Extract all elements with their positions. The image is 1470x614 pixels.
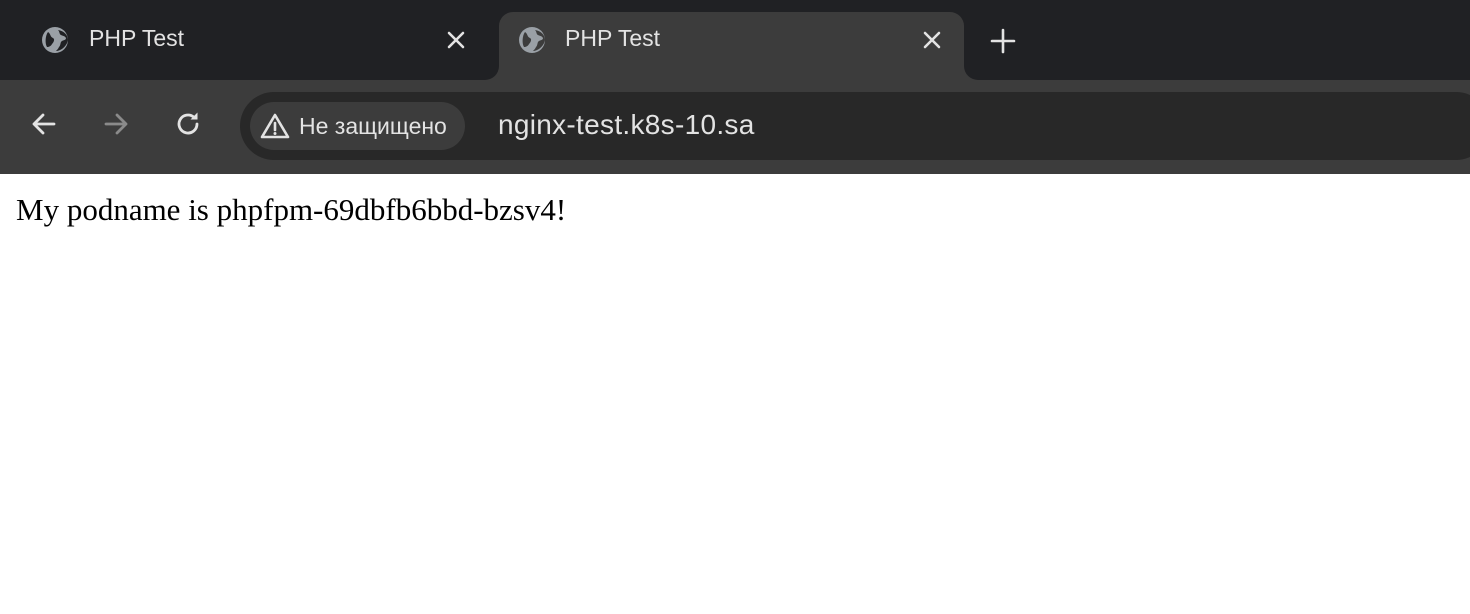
address-bar[interactable]: Не защищено nginx-test.k8s-10.sa — [240, 92, 1470, 160]
toolbar: Не защищено nginx-test.k8s-10.sa — [0, 80, 1470, 174]
url-text[interactable]: nginx-test.k8s-10.sa — [498, 109, 755, 141]
tab-title: PHP Test — [89, 25, 185, 51]
globe-icon — [42, 27, 68, 53]
globe-icon — [519, 27, 545, 53]
browser-window: PHP Test PHP Test Не защищено nginx-test… — [0, 0, 1470, 614]
arrow-right-icon[interactable] — [100, 108, 132, 140]
arrow-left-icon[interactable] — [28, 108, 60, 140]
security-chip[interactable]: Не защищено — [250, 102, 465, 150]
page-body-text: My podname is phpfpm-69dbfb6bbd-bzsv4! — [16, 192, 567, 227]
warning-triangle-icon — [260, 113, 290, 139]
close-icon[interactable] — [920, 28, 944, 52]
tab-title: PHP Test — [565, 25, 661, 51]
security-label: Не защищено — [299, 112, 447, 139]
page-content: My podname is phpfpm-69dbfb6bbd-bzsv4! — [0, 174, 1470, 614]
new-tab-plus-icon[interactable] — [988, 26, 1018, 56]
tab-strip: PHP Test PHP Test — [0, 0, 1470, 80]
reload-icon[interactable] — [172, 108, 204, 140]
tab-php-test-2[interactable]: PHP Test — [499, 12, 964, 80]
tab-php-test-1[interactable]: PHP Test — [12, 12, 488, 80]
close-icon[interactable] — [444, 28, 468, 52]
